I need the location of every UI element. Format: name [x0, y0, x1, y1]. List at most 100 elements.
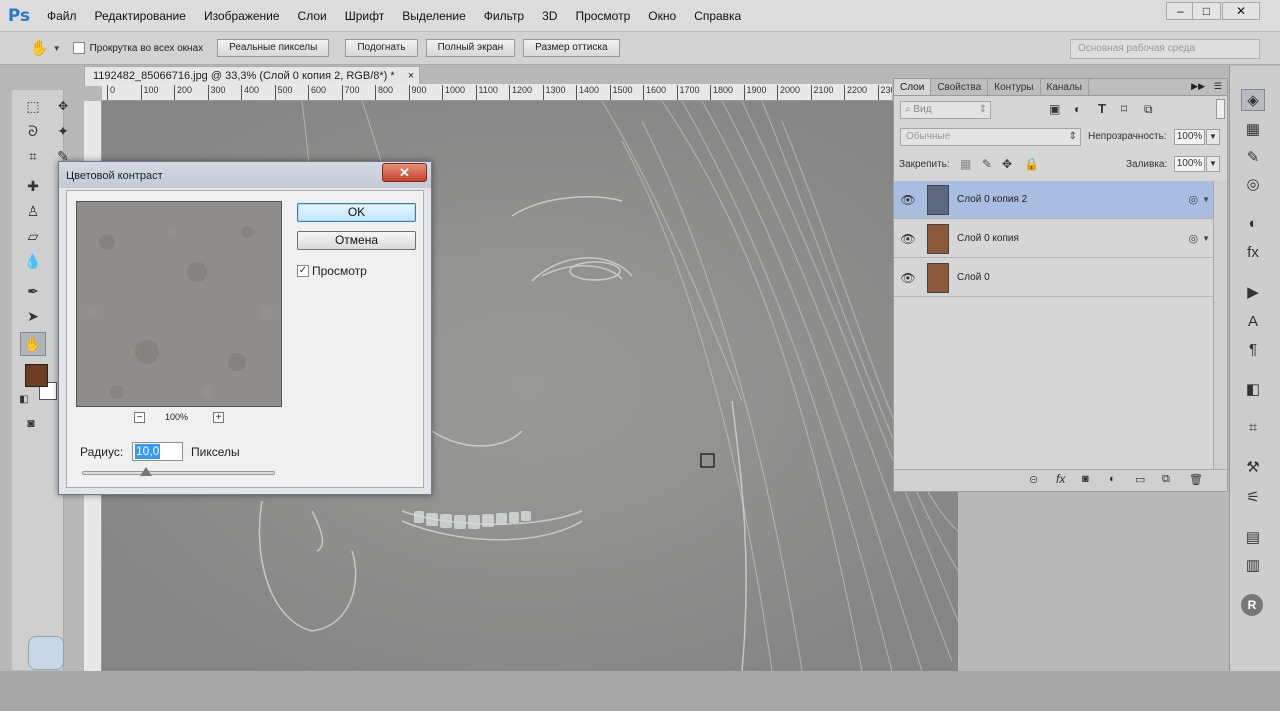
layer-row[interactable]: 👁 Слой 0 [894, 259, 1214, 297]
menu-filter[interactable]: Фильтр [475, 9, 533, 23]
adjustments-icon[interactable]: ◐ [1241, 212, 1265, 234]
minimize-button[interactable]: – [1166, 2, 1195, 20]
visibility-eye-icon[interactable]: 👁 [894, 193, 922, 207]
filter-preview[interactable] [76, 201, 282, 407]
quick-mask-icon[interactable]: ◙ [20, 412, 42, 434]
tool-preset-dropdown-icon[interactable]: ▼ [53, 44, 61, 53]
filter-adjustment-icon[interactable]: ◐ [1074, 102, 1081, 116]
lock-position-icon[interactable]: ✥ [1002, 157, 1012, 171]
fill-screen-button[interactable]: Полный экран [425, 39, 516, 57]
notes-icon[interactable]: ▥ [1241, 554, 1265, 576]
swatches-icon[interactable]: ▦ [1241, 118, 1265, 140]
clone-source-icon[interactable]: ▤ [1241, 526, 1265, 548]
smart-filter-icon[interactable]: ◎ [1188, 193, 1198, 206]
crop-tool-icon[interactable]: ⌗ [22, 145, 44, 167]
layers-scrollbar[interactable] [1213, 181, 1226, 469]
foreground-color-swatch[interactable] [25, 364, 48, 387]
blend-mode-select[interactable]: Обычные ⇕ [900, 128, 1081, 146]
fill-input[interactable]: 100% [1174, 156, 1205, 172]
link-layers-icon[interactable]: ⊝ [1029, 473, 1038, 486]
actions-play-icon[interactable]: ▶ [1241, 281, 1265, 303]
layer-row[interactable]: 👁 Слой 0 копия 2 ◎ ▼ [894, 181, 1214, 219]
zoom-in-button[interactable]: + [213, 412, 224, 423]
new-group-icon[interactable]: ▭ [1135, 473, 1145, 486]
default-colors-icon[interactable]: ◧ [17, 388, 31, 410]
paragraph-icon[interactable]: ¶ [1241, 338, 1265, 360]
tab-properties[interactable]: Свойства [931, 79, 989, 95]
hand-tool-icon[interactable]: ✋ [30, 39, 49, 57]
restore-button[interactable]: □ [1192, 2, 1221, 20]
lasso-tool-icon[interactable]: ᘐ [22, 120, 44, 142]
visibility-eye-icon[interactable]: 👁 [894, 232, 922, 246]
zoom-out-button[interactable]: − [134, 412, 145, 423]
move-tool-icon[interactable]: ✥ [52, 95, 74, 117]
ok-button[interactable]: OK [297, 203, 416, 222]
filter-toggle[interactable] [1216, 99, 1225, 119]
fill-dropdown-icon[interactable]: ▼ [1206, 156, 1220, 172]
panel-collapse-icon[interactable]: ▶▶ [1191, 81, 1205, 92]
visibility-eye-icon[interactable]: 👁 [894, 271, 922, 285]
smart-filter-icon[interactable]: ◎ [1188, 232, 1198, 245]
menu-select[interactable]: Выделение [393, 9, 475, 23]
hand-tool-active-icon[interactable]: ✋ [20, 332, 46, 356]
close-window-button[interactable]: ✕ [1222, 2, 1260, 20]
marquee-tool-icon[interactable]: ⬚ [22, 95, 44, 117]
blur-tool-icon[interactable]: 💧 [22, 250, 44, 272]
menu-type[interactable]: Шрифт [336, 9, 393, 23]
clone-stamp-tool-icon[interactable]: ♙ [22, 200, 44, 222]
healing-brush-tool-icon[interactable]: ✚ [22, 175, 44, 197]
panel-menu-icon[interactable]: ☰ [1214, 81, 1222, 92]
add-mask-icon[interactable]: ◙ [1082, 473, 1089, 485]
menu-window[interactable]: Окно [639, 9, 685, 23]
menu-3d[interactable]: 3D [533, 9, 566, 23]
styles-icon[interactable]: fx [1241, 241, 1265, 263]
dialog-title-bar[interactable]: Цветовой контраст ✕ [59, 162, 431, 188]
menu-view[interactable]: Просмотр [566, 9, 639, 23]
lock-pixels-icon[interactable]: ✎ [982, 157, 992, 171]
radius-input[interactable]: 10,0 [132, 442, 183, 461]
menu-file[interactable]: Файл [38, 9, 86, 23]
document-tab[interactable]: 1192482_85066716.jpg @ 33,3% (Слой 0 коп… [84, 66, 420, 86]
new-adjustment-icon[interactable]: ◐ [1109, 473, 1116, 485]
menu-image[interactable]: Изображение [195, 9, 289, 23]
menu-layers[interactable]: Слои [289, 9, 336, 23]
pen-tool-icon[interactable]: ✒ [22, 280, 44, 302]
menu-help[interactable]: Справка [685, 9, 750, 23]
workspace-select[interactable]: Основная рабочая среда [1070, 39, 1260, 59]
tab-channels[interactable]: Каналы [1041, 79, 1089, 95]
tab-paths[interactable]: Контуры [988, 79, 1041, 95]
cancel-button[interactable]: Отмена [297, 231, 416, 250]
dialog-close-button[interactable]: ✕ [382, 163, 427, 182]
layer-name[interactable]: Слой 0 [957, 272, 1214, 283]
lock-transparent-icon[interactable]: ▦ [960, 157, 971, 171]
path-selection-tool-icon[interactable]: ➤ [22, 305, 44, 327]
layer-name[interactable]: Слой 0 копия [957, 233, 1188, 244]
history-icon[interactable]: ⌗ [1241, 416, 1265, 438]
fit-screen-button[interactable]: Подогнать [345, 39, 418, 57]
kind-filter-select[interactable]: ⌕ Вид ⇕ [900, 101, 991, 119]
print-size-button[interactable]: Размер оттиска [523, 39, 620, 57]
layer-options-icon[interactable]: ▼ [1202, 195, 1210, 204]
character-icon[interactable]: A [1241, 310, 1265, 332]
channels-icon[interactable]: ◎ [1241, 173, 1265, 195]
radius-slider-track[interactable] [82, 471, 275, 475]
delete-layer-icon[interactable]: 🗑 [1189, 473, 1203, 486]
filter-smart-icon[interactable]: ⧉ [1144, 102, 1153, 117]
layer-name[interactable]: Слой 0 копия 2 [957, 194, 1188, 205]
magic-wand-tool-icon[interactable]: ✦ [52, 120, 74, 142]
opacity-dropdown-icon[interactable]: ▼ [1206, 129, 1220, 145]
layers-panel-icon[interactable]: ◈ [1241, 89, 1265, 111]
paths-icon[interactable]: ✎ [1241, 146, 1265, 168]
close-tab-icon[interactable]: × [408, 70, 414, 82]
preview-checkbox[interactable]: ✓ [297, 265, 309, 277]
brush-settings-icon[interactable]: ⚟ [1241, 486, 1265, 508]
fx-icon[interactable]: fx [1056, 472, 1065, 486]
opacity-input[interactable]: 100% [1174, 129, 1205, 145]
tab-layers[interactable]: Слои [894, 79, 932, 95]
filter-type-icon[interactable]: T [1098, 101, 1106, 116]
layer-options-icon[interactable]: ▼ [1202, 234, 1210, 243]
lock-all-icon[interactable]: 🔒 [1024, 157, 1039, 171]
filter-shape-icon[interactable]: ⌑ [1121, 102, 1127, 116]
tool-presets-icon[interactable]: ⚒ [1241, 456, 1265, 478]
actual-pixels-button[interactable]: Реальные пикселы [217, 39, 330, 57]
